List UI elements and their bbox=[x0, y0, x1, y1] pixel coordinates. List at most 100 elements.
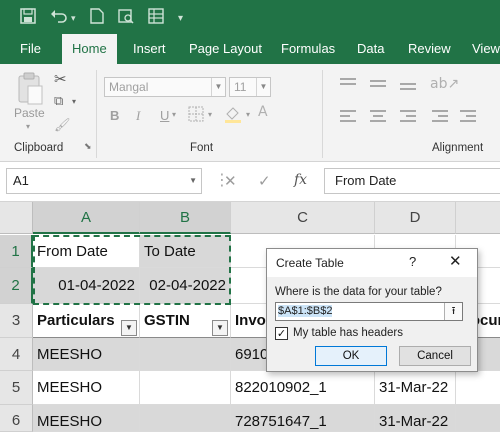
cell-b1[interactable]: To Date bbox=[140, 235, 231, 268]
fill-color-dropdown-icon[interactable]: ▾ bbox=[246, 110, 250, 119]
range-prompt-label: Where is the data for your table? bbox=[275, 286, 442, 298]
align-left-icon[interactable] bbox=[340, 110, 356, 124]
name-box[interactable]: A1 ▼ bbox=[6, 168, 202, 194]
undo-icon[interactable] bbox=[50, 8, 68, 28]
print-preview-icon[interactable] bbox=[118, 8, 134, 28]
select-all-corner[interactable] bbox=[0, 202, 33, 234]
name-box-value: A1 bbox=[13, 173, 29, 188]
increase-indent-icon[interactable] bbox=[460, 110, 476, 124]
font-color-icon[interactable]: A bbox=[258, 104, 268, 120]
insert-function-icon[interactable]: fx bbox=[294, 172, 307, 188]
tab-formulas[interactable]: Formulas bbox=[281, 34, 335, 64]
cell-e6[interactable] bbox=[456, 405, 500, 432]
range-input[interactable]: $A$1:$B$2 ⭱ bbox=[275, 302, 463, 321]
column-header-c[interactable]: C bbox=[231, 202, 375, 234]
headers-checkbox[interactable]: ✓ bbox=[275, 327, 288, 340]
filter-dropdown-icon[interactable]: ▼ bbox=[212, 320, 228, 336]
dialog-title: Create Table bbox=[276, 256, 344, 270]
ribbon-separator bbox=[322, 70, 323, 158]
decrease-indent-icon[interactable] bbox=[432, 110, 448, 124]
headers-checkbox-label[interactable]: My table has headers bbox=[293, 327, 403, 339]
row-header-5[interactable]: 5 bbox=[0, 371, 33, 405]
copy-icon[interactable]: ⧉ bbox=[54, 94, 63, 109]
align-bottom-icon[interactable] bbox=[400, 78, 416, 92]
table-icon[interactable] bbox=[148, 8, 164, 28]
cell-a2[interactable]: 01-04-2022 bbox=[33, 268, 140, 304]
tab-page-layout[interactable]: Page Layout bbox=[189, 34, 262, 64]
tab-data[interactable]: Data bbox=[357, 34, 384, 64]
chevron-down-icon: ▼ bbox=[189, 176, 197, 185]
formula-bar: A1 ▼ ⋮ ✕ ✓ fx From Date bbox=[0, 162, 500, 202]
align-right-icon[interactable] bbox=[400, 110, 416, 124]
cell-b5[interactable] bbox=[140, 371, 231, 405]
cancel-button[interactable]: Cancel bbox=[399, 346, 471, 366]
borders-icon[interactable] bbox=[188, 106, 204, 125]
column-header-d[interactable]: D bbox=[375, 202, 456, 234]
copy-dropdown-icon[interactable]: ▾ bbox=[72, 97, 76, 106]
align-top-icon[interactable] bbox=[340, 78, 356, 90]
help-button[interactable]: ? bbox=[409, 254, 416, 269]
orientation-icon[interactable]: ab↗ bbox=[430, 76, 459, 92]
cell-c5[interactable]: 822010902_1 bbox=[231, 371, 375, 405]
cell-d6[interactable]: 31-Mar-22 bbox=[375, 405, 456, 432]
close-icon[interactable]: ✕ bbox=[449, 252, 462, 270]
new-file-icon[interactable] bbox=[90, 8, 104, 28]
cell-c6[interactable]: 728751647_1 bbox=[231, 405, 375, 432]
font-name-dropdown[interactable]: Mangal ▼ bbox=[104, 77, 226, 97]
cell-a6[interactable]: MEESHO bbox=[33, 405, 140, 432]
underline-dropdown-icon[interactable]: ▾ bbox=[172, 110, 176, 119]
fill-color-icon[interactable] bbox=[224, 106, 242, 127]
paste-label[interactable]: Paste bbox=[14, 106, 45, 120]
chevron-down-icon: ▼ bbox=[211, 78, 225, 96]
align-middle-icon[interactable] bbox=[370, 78, 386, 92]
cut-icon[interactable]: ✂ bbox=[54, 70, 67, 88]
font-group-label: Font bbox=[190, 142, 214, 154]
create-table-dialog: Create Table ? ✕ Where is the data for y… bbox=[266, 248, 478, 372]
ok-button[interactable]: OK bbox=[315, 346, 387, 366]
paste-dropdown-icon[interactable]: ▾ bbox=[26, 122, 30, 131]
column-header-a[interactable]: A bbox=[33, 202, 140, 234]
format-painter-icon[interactable]: 🖌 bbox=[54, 118, 71, 133]
tab-file[interactable]: File bbox=[20, 34, 41, 64]
ribbon-separator bbox=[96, 70, 97, 158]
column-header-e[interactable] bbox=[456, 202, 500, 234]
font-size-dropdown[interactable]: 11 ▼ bbox=[229, 77, 271, 97]
cell-a4[interactable]: MEESHO bbox=[33, 338, 140, 371]
underline-button[interactable]: U bbox=[160, 108, 169, 123]
confirm-entry-icon[interactable]: ✓ bbox=[258, 172, 271, 190]
cell-b6[interactable] bbox=[140, 405, 231, 432]
paste-icon[interactable] bbox=[16, 72, 44, 109]
cancel-entry-icon[interactable]: ✕ bbox=[224, 172, 237, 190]
chevron-down-icon: ▼ bbox=[256, 78, 270, 96]
font-name-value: Mangal bbox=[109, 80, 149, 94]
cell-a5[interactable]: MEESHO bbox=[33, 371, 140, 405]
borders-dropdown-icon[interactable]: ▾ bbox=[208, 110, 212, 119]
row-header-6[interactable]: 6 bbox=[0, 405, 33, 432]
italic-button[interactable]: I bbox=[136, 108, 140, 124]
tab-review[interactable]: Review bbox=[408, 34, 451, 64]
row-header-4[interactable]: 4 bbox=[0, 338, 33, 371]
clipboard-launcher-icon[interactable]: ⬊ bbox=[84, 142, 92, 152]
row-header-1[interactable]: 1 bbox=[0, 235, 33, 268]
row-header-3[interactable]: 3 bbox=[0, 304, 33, 338]
tab-view[interactable]: View bbox=[472, 34, 500, 64]
cell-a1[interactable]: From Date bbox=[33, 235, 140, 268]
cell-e5[interactable] bbox=[456, 371, 500, 405]
cell-b2[interactable]: 02-04-2022 bbox=[140, 268, 231, 304]
clipboard-group-label: Clipboard bbox=[14, 142, 64, 154]
align-center-icon[interactable] bbox=[370, 110, 386, 124]
formula-input[interactable]: From Date bbox=[324, 168, 500, 194]
customize-qat-icon[interactable]: ▾ bbox=[178, 10, 183, 28]
bold-button[interactable]: B bbox=[110, 108, 119, 123]
tab-insert[interactable]: Insert bbox=[133, 34, 166, 64]
cell-d5[interactable]: 31-Mar-22 bbox=[375, 371, 456, 405]
cell-b4[interactable] bbox=[140, 338, 231, 371]
tab-home[interactable]: Home bbox=[62, 34, 117, 64]
filter-dropdown-icon[interactable]: ▼ bbox=[121, 320, 137, 336]
collapse-dialog-icon[interactable]: ⭱ bbox=[444, 303, 462, 320]
row-header-2[interactable]: 2 bbox=[0, 268, 33, 304]
column-header-b[interactable]: B bbox=[140, 202, 231, 234]
dialog-title-bar[interactable]: Create Table ? ✕ bbox=[267, 249, 477, 277]
save-icon[interactable] bbox=[20, 8, 36, 28]
undo-dropdown-icon[interactable]: ▾ bbox=[71, 10, 76, 28]
